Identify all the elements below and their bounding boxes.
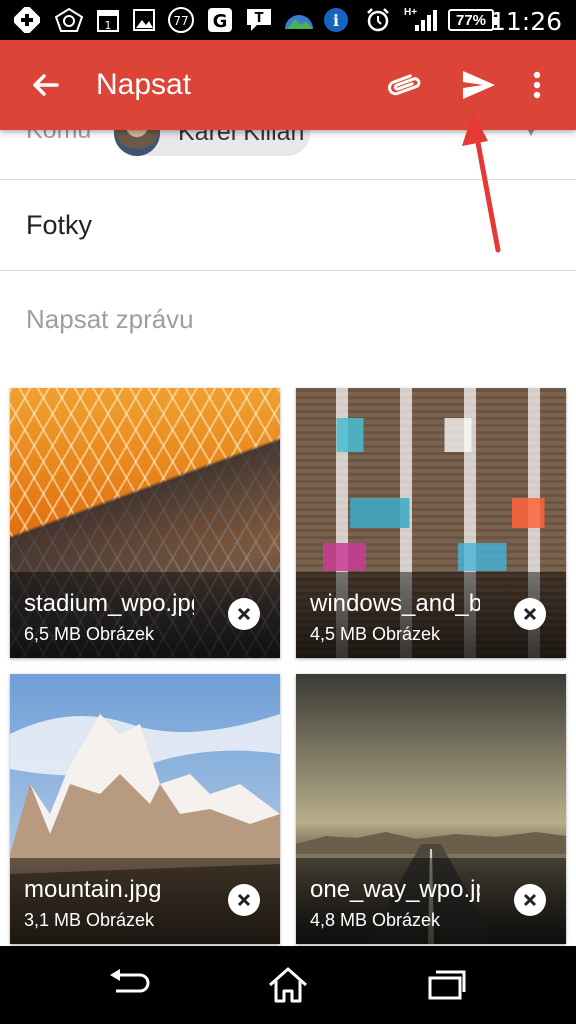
attachment-caption: one_way_wpo.jpg 4,8 MB Obrázek	[296, 858, 566, 944]
home-icon[interactable]	[258, 960, 318, 1010]
svg-text:i: i	[333, 11, 339, 30]
counter-badge-text: 77	[173, 14, 188, 28]
attachment-meta: 3,1 MB Obrázek	[24, 910, 155, 930]
battery-level: 77%	[455, 11, 487, 29]
navigation-bar	[0, 946, 576, 1024]
attachment-name: stadium_wpo.jpg	[24, 590, 194, 617]
info-icon: i	[322, 7, 350, 33]
app-bar: Napsat	[0, 40, 576, 130]
paperclip-icon[interactable]	[378, 60, 428, 110]
remove-attachment-button[interactable]	[514, 598, 546, 630]
attachment-meta: 4,5 MB Obrázek	[310, 624, 441, 644]
attachment-name: mountain.jpg	[24, 876, 162, 903]
svg-text:1: 1	[105, 19, 112, 32]
attachment-caption: mountain.jpg 3,1 MB Obrázek	[10, 858, 280, 944]
back-icon[interactable]	[98, 960, 158, 1010]
attachment-card[interactable]: mountain.jpg 3,1 MB Obrázek	[10, 674, 280, 944]
g-app-icon: G	[206, 7, 234, 33]
image-icon	[130, 7, 158, 33]
more-vert-icon[interactable]	[512, 60, 562, 110]
svg-text:T: T	[255, 11, 264, 26]
attachment-caption: stadium_wpo.jpg 6,5 MB Obrázek	[10, 572, 280, 658]
remove-attachment-button[interactable]	[514, 884, 546, 916]
weather-icon	[282, 7, 316, 33]
message-body-input[interactable]: Napsat zprávu	[26, 304, 194, 335]
alarm-icon	[364, 7, 392, 33]
remove-attachment-button[interactable]	[228, 884, 260, 916]
attachment-meta: 6,5 MB Obrázek	[24, 624, 155, 644]
attachment-name: one_way_wpo.jpg	[310, 876, 480, 903]
subject-text: Fotky	[26, 210, 93, 240]
attachment-caption: windows_and_balconies.jpg 4,5 MB Obrázek	[296, 572, 566, 658]
svg-text:G: G	[213, 11, 228, 32]
back-arrow-icon[interactable]	[20, 60, 70, 110]
t-chat-icon: T	[244, 7, 274, 33]
attachment-name: windows_and_balconies.jpg	[310, 590, 480, 617]
remove-attachment-button[interactable]	[228, 598, 260, 630]
page-title: Napsat	[96, 68, 192, 101]
network-type: H+	[404, 7, 418, 18]
add-notification-icon	[12, 7, 42, 33]
recent-apps-icon[interactable]	[416, 960, 476, 1010]
status-bar: 1 77 G T i H+ 77% 11:26	[0, 0, 576, 40]
signal-icon: H+	[404, 7, 440, 33]
attachment-meta: 4,8 MB Obrázek	[310, 910, 441, 930]
attachment-card[interactable]: one_way_wpo.jpg 4,8 MB Obrázek	[296, 674, 566, 944]
send-icon[interactable]	[454, 60, 504, 110]
game-notification-icon	[52, 7, 86, 33]
battery-icon: 77%	[448, 9, 498, 31]
calendar-icon: 1	[94, 7, 122, 33]
attachment-card[interactable]: windows_and_balconies.jpg 4,5 MB Obrázek	[296, 388, 566, 658]
counter-badge-icon: 77	[166, 7, 196, 33]
attachment-card[interactable]: stadium_wpo.jpg 6,5 MB Obrázek	[10, 388, 280, 658]
subject-field[interactable]: Fotky	[0, 180, 576, 271]
clock: 11:26	[489, 7, 562, 36]
